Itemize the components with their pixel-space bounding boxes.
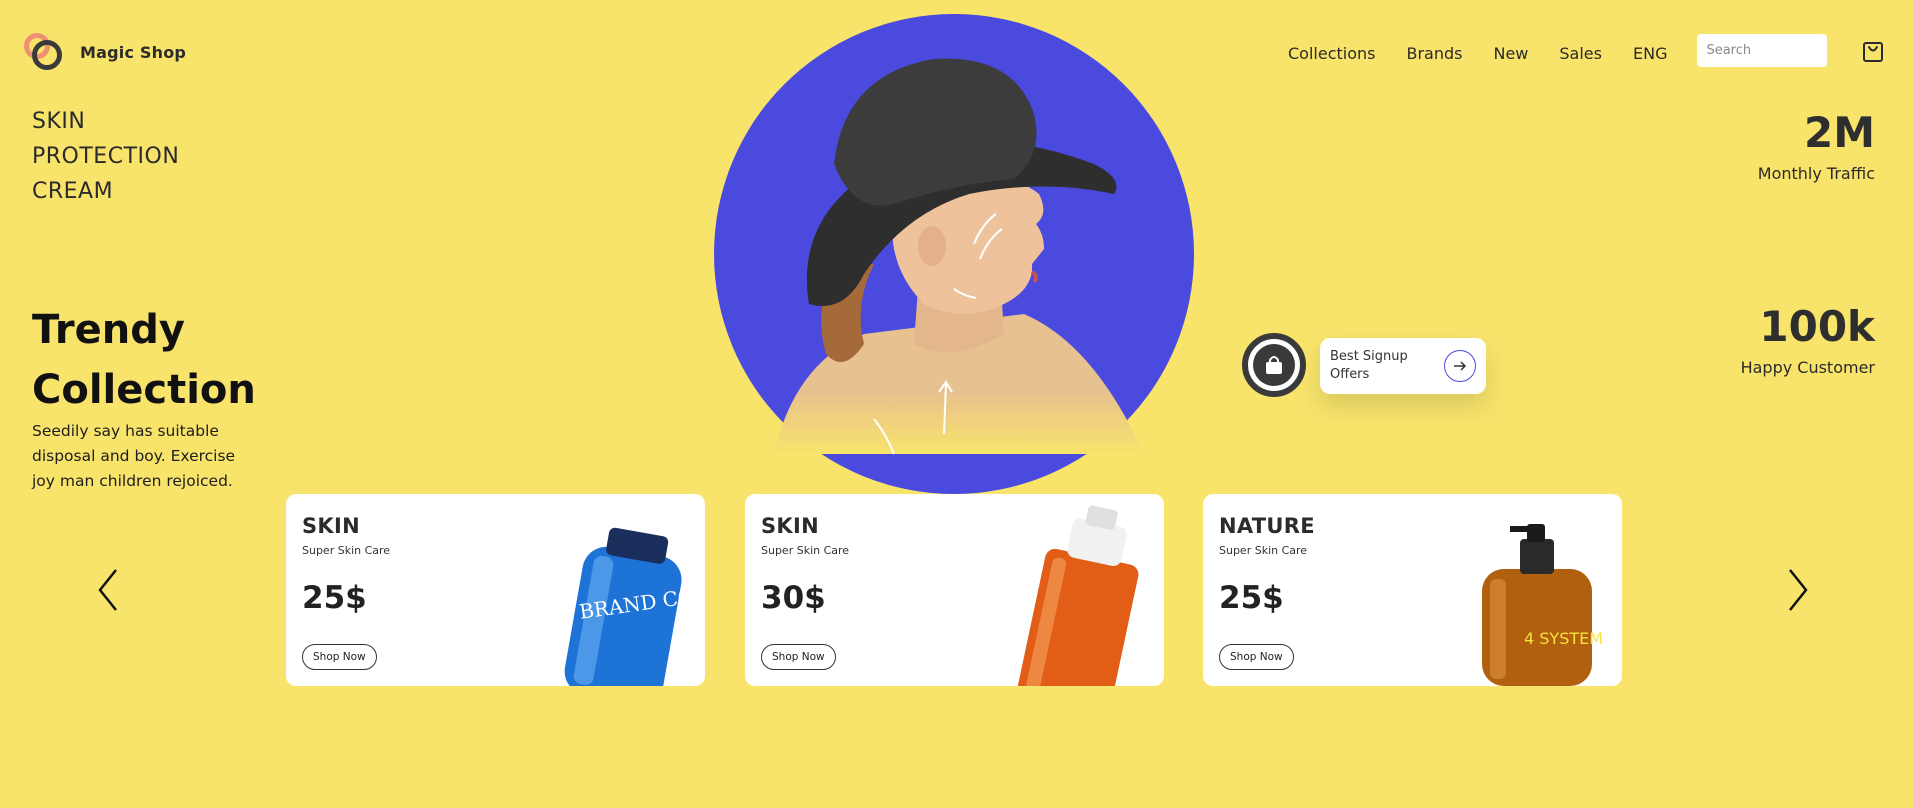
product-name: SKIN bbox=[761, 514, 819, 538]
amber-spray-bottle-image: 4 SYSTEM bbox=[1482, 524, 1603, 686]
logo[interactable]: Magic Shop bbox=[22, 30, 186, 74]
carousel-prev-icon[interactable] bbox=[94, 566, 124, 614]
language-selector[interactable]: ENG bbox=[1633, 43, 1667, 65]
blue-bottle-image: BRAND COSMETICS bbox=[564, 527, 705, 686]
arrow-right-icon bbox=[1454, 361, 1467, 371]
trendy-title-line: Collection bbox=[32, 367, 256, 413]
signup-offer-card[interactable]: Best Signup Offers bbox=[1320, 338, 1486, 394]
shop-now-button[interactable]: Shop Now bbox=[1219, 644, 1294, 670]
main-nav: Collections Brands New Sales ENG bbox=[1288, 34, 1828, 67]
hero-model-image bbox=[774, 58, 1144, 455]
stat-monthly-traffic: 2M Monthly Traffic bbox=[1758, 108, 1875, 185]
brand-name: Magic Shop bbox=[80, 42, 187, 62]
bottle-label: 4 SYSTEM bbox=[1524, 629, 1603, 648]
headline-line: PROTECTION bbox=[32, 144, 180, 169]
headline-line: CREAM bbox=[32, 179, 114, 204]
product-subtitle: Super Skin Care bbox=[1219, 544, 1308, 557]
signup-text: Best Signup Offers bbox=[1330, 349, 1408, 382]
product-price: 25$ bbox=[302, 580, 367, 616]
product-subtitle: Super Skin Care bbox=[302, 544, 391, 557]
trendy-title: Trendy Collection bbox=[32, 300, 272, 420]
nav-new[interactable]: New bbox=[1493, 43, 1528, 65]
headline-line: SKIN bbox=[32, 109, 86, 134]
carousel-next-icon[interactable] bbox=[1782, 566, 1812, 614]
signup-arrow-button[interactable] bbox=[1444, 350, 1476, 382]
shop-now-button[interactable]: Shop Now bbox=[761, 644, 836, 670]
stat-label: Happy Customer bbox=[1740, 358, 1875, 377]
shopping-bag-icon[interactable] bbox=[1862, 41, 1884, 63]
trendy-title-line: Trendy bbox=[32, 307, 185, 353]
stat-value: 100k bbox=[1759, 302, 1875, 351]
stat-happy-customer: 100k Happy Customer bbox=[1741, 302, 1875, 379]
stat-value: 2M bbox=[1803, 108, 1875, 157]
product-subtitle: Super Skin Care bbox=[761, 544, 850, 557]
nav-sales[interactable]: Sales bbox=[1559, 43, 1602, 65]
nav-brands[interactable]: Brands bbox=[1406, 43, 1462, 65]
orange-bottle-image bbox=[1015, 505, 1139, 686]
trendy-description: Seedily say has suitable disposal and bo… bbox=[32, 422, 236, 490]
product-card[interactable]: SKIN Super Skin Care 25$ Shop Now BRAND … bbox=[286, 494, 705, 686]
headline: SKIN PROTECTION CREAM bbox=[32, 104, 179, 209]
product-card[interactable]: SKIN Super Skin Care 30$ Shop Now bbox=[745, 494, 1164, 686]
stat-label: Monthly Traffic bbox=[1757, 164, 1875, 183]
bag-inner bbox=[1253, 344, 1295, 386]
product-price: 25$ bbox=[1219, 580, 1284, 616]
bag-badge[interactable] bbox=[1242, 333, 1306, 397]
product-name: SKIN bbox=[302, 514, 360, 538]
search-input[interactable] bbox=[1697, 34, 1828, 67]
shop-now-button[interactable]: Shop Now bbox=[302, 644, 377, 670]
product-card[interactable]: NATURE Super Skin Care 25$ Shop Now 4 SY… bbox=[1203, 494, 1622, 686]
product-price: 30$ bbox=[761, 580, 826, 616]
logo-rings-icon bbox=[22, 30, 66, 74]
nav-collections[interactable]: Collections bbox=[1288, 43, 1375, 65]
product-name: NATURE bbox=[1219, 514, 1315, 538]
shopping-bag-icon bbox=[1266, 356, 1282, 374]
